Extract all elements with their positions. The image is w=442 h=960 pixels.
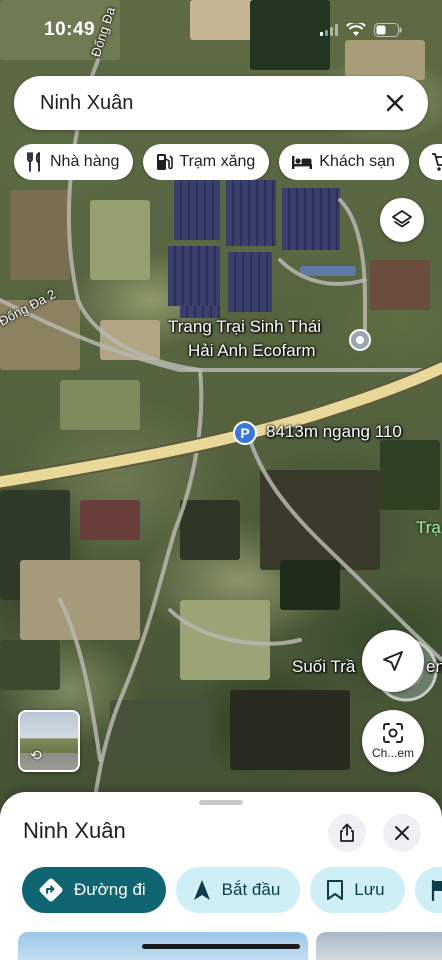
cart-icon	[431, 153, 442, 171]
search-input[interactable]: Ninh Xuân	[40, 92, 133, 115]
chip-label: Trạm xăng	[179, 153, 256, 170]
category-chips: Nhà hàng Trạm xăng Khách sạn	[14, 144, 442, 180]
flag-icon	[431, 879, 442, 901]
place-label[interactable]: Suối Trầ	[292, 656, 355, 678]
parking-pin-icon[interactable]: P	[233, 421, 257, 445]
start-navigation-button[interactable]: Bắt đầu	[175, 867, 301, 913]
search-bar[interactable]: Ninh Xuân	[14, 76, 428, 130]
photo-preview[interactable]	[316, 932, 442, 960]
place-label[interactable]: Trang Trại Sinh Thái	[168, 316, 321, 338]
action-label: Bắt đầu	[221, 880, 281, 899]
chip-hotels[interactable]: Khách sạn	[279, 144, 409, 180]
action-label: Đường đi	[74, 880, 146, 899]
my-location-button[interactable]	[362, 630, 424, 692]
lens-label: Ch...em	[371, 746, 414, 760]
chip-restaurants[interactable]: Nhà hàng	[14, 144, 134, 180]
save-button[interactable]: Lưu	[310, 867, 405, 913]
place-label[interactable]: en	[426, 656, 442, 678]
share-icon	[340, 823, 354, 842]
gas-pump-icon	[157, 154, 174, 170]
place-title: Ninh Xuân	[23, 818, 126, 843]
street-view-thumbnail[interactable]: ⟲	[18, 710, 80, 772]
sheet-drag-handle[interactable]	[199, 800, 243, 805]
navigation-arrow-icon	[193, 880, 210, 900]
bed-icon	[292, 156, 313, 169]
map-layers-button[interactable]	[380, 198, 424, 242]
directions-icon	[39, 878, 63, 902]
status-time: 10:49	[44, 19, 96, 40]
chip-gas-stations[interactable]: Trạm xăng	[143, 144, 270, 180]
close-sheet-button[interactable]	[383, 814, 421, 852]
parking-label[interactable]: 8413m ngang 110	[266, 421, 402, 443]
place-label[interactable]: Trạ	[416, 518, 441, 538]
clear-search-button[interactable]	[382, 90, 408, 116]
battery-icon	[374, 23, 402, 37]
close-icon	[386, 94, 404, 112]
cellular-signal-icon	[320, 24, 338, 36]
navigation-arrow-icon	[383, 651, 403, 671]
status-bar: 10:49	[0, 0, 442, 60]
place-actions: Đường đi Bắt đầu Lưu	[22, 867, 442, 913]
close-icon	[395, 826, 409, 840]
chip-label: Nhà hàng	[50, 153, 120, 170]
lens-button[interactable]: Ch...em	[362, 710, 424, 772]
more-action-button[interactable]	[414, 867, 442, 913]
home-indicator[interactable]	[142, 944, 300, 949]
place-bottom-sheet[interactable]: Ninh Xuân Đường đi Bắt đầu Lưu	[0, 792, 442, 960]
street-view-rotate-icon: ⟲	[30, 747, 42, 763]
share-button[interactable]	[328, 814, 366, 852]
bookmark-icon	[327, 880, 344, 900]
directions-button[interactable]: Đường đi	[22, 867, 166, 913]
wifi-icon	[346, 23, 366, 36]
layers-icon	[392, 210, 412, 228]
fork-knife-icon	[27, 152, 40, 172]
place-pin-icon[interactable]	[349, 329, 371, 351]
chip-shopping[interactable]	[418, 144, 442, 180]
action-label: Lưu	[354, 880, 385, 899]
place-label[interactable]: Hải Anh Ecofarm	[188, 340, 316, 362]
camera-lens-icon	[383, 723, 403, 743]
status-icons	[320, 23, 402, 37]
chip-label: Khách sạn	[319, 153, 395, 170]
